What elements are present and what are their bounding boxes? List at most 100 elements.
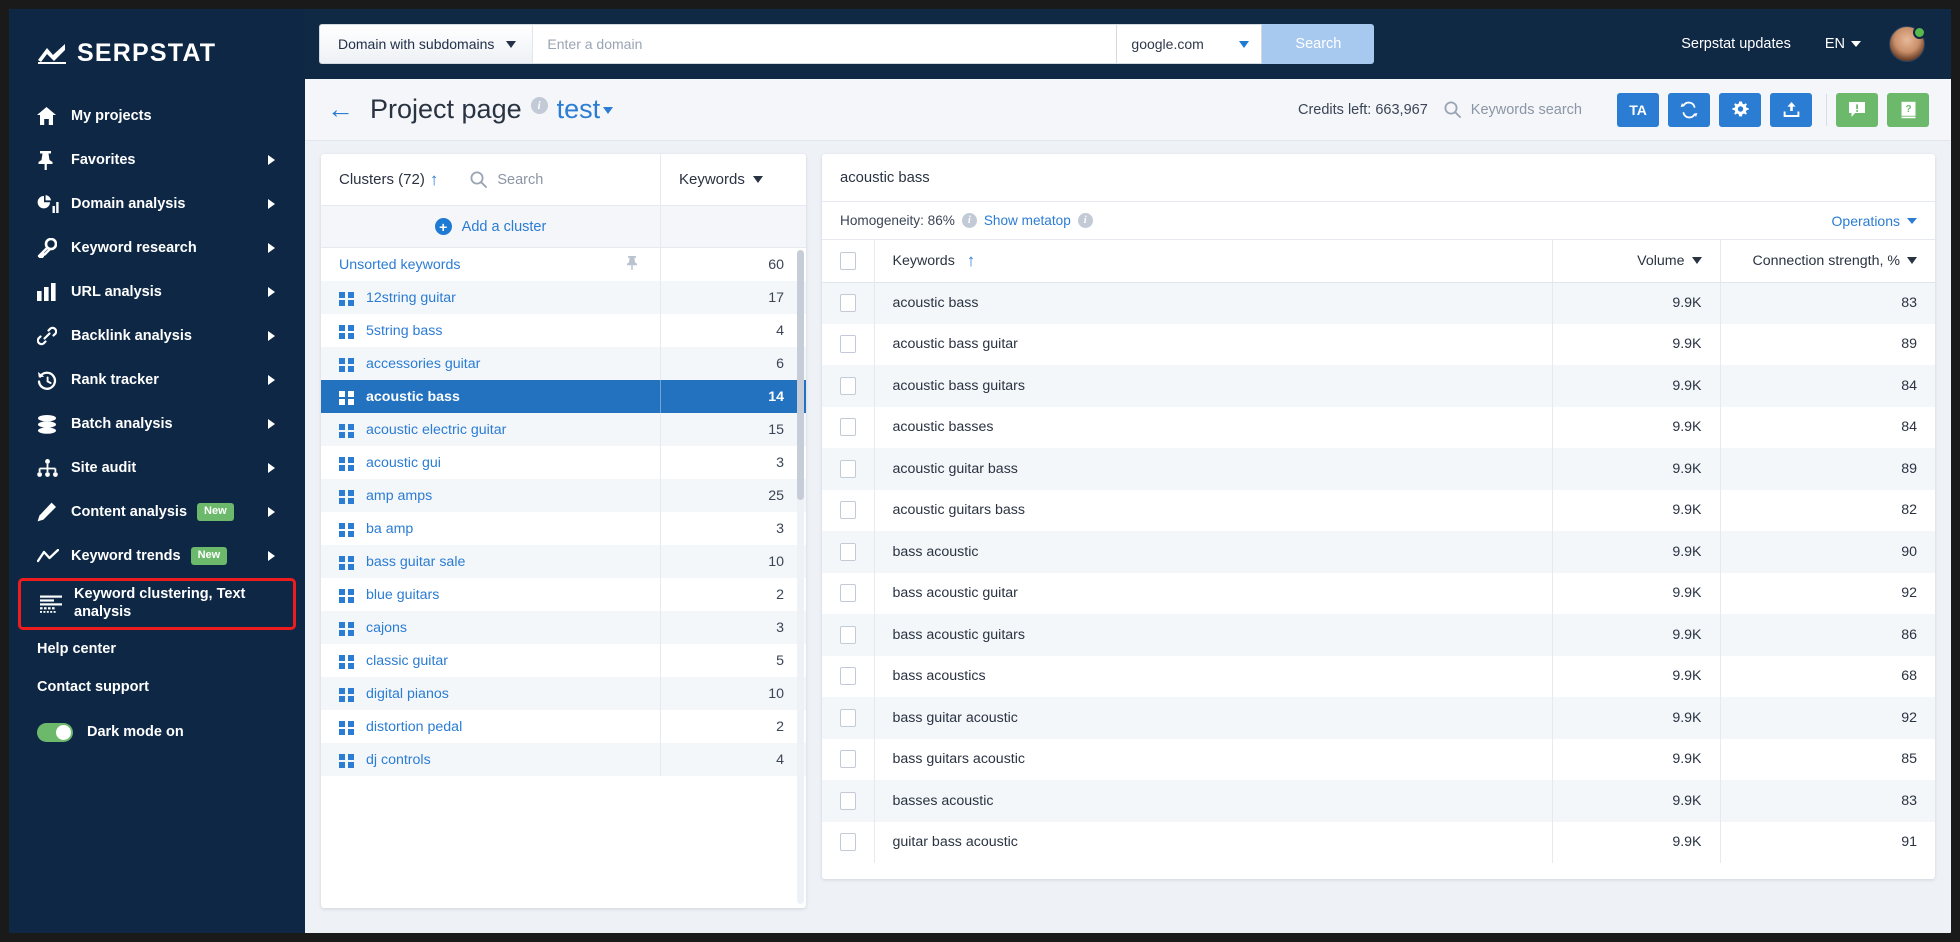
cell-connection-strength: 91: [1720, 822, 1935, 864]
sidebar-item-batch-analysis[interactable]: Batch analysis: [9, 402, 305, 446]
cluster-row-name-cell: acoustic gui: [321, 446, 661, 479]
row-checkbox[interactable]: [840, 460, 856, 478]
table-row[interactable]: guitar bass acoustic9.9K91: [822, 822, 1935, 864]
help-button[interactable]: ?: [1887, 93, 1929, 127]
select-all-checkbox[interactable]: [840, 252, 856, 270]
project-name-dropdown[interactable]: test: [557, 94, 614, 125]
cluster-row[interactable]: bass guitar sale10: [321, 545, 806, 578]
table-row[interactable]: acoustic bass9.9K83: [822, 282, 1935, 324]
sidebar-link-contact-support[interactable]: Contact support: [9, 668, 305, 706]
dark-mode-toggle[interactable]: [37, 723, 73, 742]
column-header-volume[interactable]: Volume: [1552, 240, 1720, 282]
row-checkbox[interactable]: [840, 418, 856, 436]
cluster-row-name-cell: cajons: [321, 611, 661, 644]
export-button[interactable]: [1770, 93, 1812, 127]
table-row[interactable]: bass acoustic9.9K90: [822, 531, 1935, 573]
clusters-header-left: Clusters (72) ↑ Search: [321, 154, 661, 205]
row-checkbox[interactable]: [840, 833, 856, 851]
cluster-row[interactable]: accessories guitar6: [321, 347, 806, 380]
back-arrow-icon[interactable]: ←: [327, 96, 354, 123]
info-icon[interactable]: i: [1078, 213, 1093, 228]
cluster-row[interactable]: acoustic electric guitar15: [321, 413, 806, 446]
show-metatop-link[interactable]: Show metatop: [984, 213, 1071, 228]
sidebar-link-help-center[interactable]: Help center: [9, 630, 305, 668]
sidebar-item-content-analysis[interactable]: Content analysis New: [9, 490, 305, 534]
table-row[interactable]: bass guitars acoustic9.9K85: [822, 739, 1935, 781]
table-row[interactable]: acoustic bass guitars9.9K84: [822, 365, 1935, 407]
row-checkbox[interactable]: [840, 584, 856, 602]
sidebar-item-favorites[interactable]: Favorites: [9, 138, 305, 182]
table-row[interactable]: bass guitar acoustic9.9K92: [822, 697, 1935, 739]
ta-button[interactable]: TA: [1617, 93, 1659, 127]
refresh-button[interactable]: [1668, 93, 1710, 127]
avatar[interactable]: [1889, 26, 1925, 62]
feedback-button[interactable]: [1836, 93, 1878, 127]
sidebar-item-site-audit[interactable]: Site audit: [9, 446, 305, 490]
settings-button[interactable]: [1719, 93, 1761, 127]
database-dropdown[interactable]: google.com: [1117, 24, 1262, 64]
row-checkbox[interactable]: [840, 377, 856, 395]
row-checkbox[interactable]: [840, 667, 856, 685]
cluster-row[interactable]: digital pianos10: [321, 677, 806, 710]
table-row[interactable]: bass acoustic guitars9.9K86: [822, 614, 1935, 656]
row-checkbox[interactable]: [840, 792, 856, 810]
cluster-row[interactable]: amp amps25: [321, 479, 806, 512]
table-row[interactable]: bass acoustic guitar9.9K92: [822, 573, 1935, 615]
table-row[interactable]: bass acoustics9.9K68: [822, 656, 1935, 698]
row-checkbox[interactable]: [840, 709, 856, 727]
clusters-keywords-column-header[interactable]: Keywords: [661, 154, 806, 205]
keywords-search-placeholder: Keywords search: [1471, 102, 1582, 118]
clusters-scrollbar-thumb[interactable]: [797, 250, 804, 500]
domain-input[interactable]: Enter a domain: [532, 24, 1117, 64]
keywords-search-input[interactable]: Keywords search: [1444, 101, 1582, 118]
cluster-row[interactable]: 12string guitar17: [321, 281, 806, 314]
cluster-row-name-cell: distortion pedal: [321, 710, 661, 743]
column-header-connection-strength[interactable]: Connection strength, %: [1720, 240, 1935, 282]
info-icon[interactable]: i: [531, 97, 548, 114]
row-checkbox[interactable]: [840, 294, 856, 312]
pin-icon[interactable]: [626, 256, 638, 273]
column-header-keywords[interactable]: Keywords ↑: [874, 240, 1552, 282]
toolbar-divider: [1826, 94, 1827, 126]
cluster-row[interactable]: blue guitars2: [321, 578, 806, 611]
row-checkbox[interactable]: [840, 626, 856, 644]
cluster-row[interactable]: dj controls4: [321, 743, 806, 776]
cell-volume: 9.9K: [1552, 407, 1720, 449]
cluster-row[interactable]: acoustic gui3: [321, 446, 806, 479]
serpstat-updates-link[interactable]: Serpstat updates: [1681, 36, 1791, 52]
cluster-row[interactable]: 5string bass4: [321, 314, 806, 347]
clusters-search-input[interactable]: Search: [470, 171, 543, 188]
search-button[interactable]: Search: [1262, 24, 1374, 64]
cluster-row[interactable]: ba amp3: [321, 512, 806, 545]
cluster-row[interactable]: acoustic bass14: [321, 380, 806, 413]
operations-dropdown[interactable]: Operations: [1832, 213, 1917, 229]
sidebar-item-keyword-research[interactable]: Keyword research: [9, 226, 305, 270]
search-type-dropdown[interactable]: Domain with subdomains: [319, 24, 532, 64]
search-icon: [1444, 101, 1461, 118]
cluster-row[interactable]: distortion pedal2: [321, 710, 806, 743]
row-checkbox[interactable]: [840, 501, 856, 519]
row-checkbox[interactable]: [840, 750, 856, 768]
serpstat-logo[interactable]: SERPSTAT: [9, 15, 305, 94]
cluster-row[interactable]: classic guitar5: [321, 644, 806, 677]
sidebar-item-domain-analysis[interactable]: Domain analysis: [9, 182, 305, 226]
cluster-row[interactable]: cajons3: [321, 611, 806, 644]
table-row[interactable]: acoustic basses9.9K84: [822, 407, 1935, 449]
table-row[interactable]: basses acoustic9.9K83: [822, 780, 1935, 822]
clusters-sort-icon[interactable]: ↑: [430, 171, 439, 188]
info-icon[interactable]: i: [962, 213, 977, 228]
row-checkbox[interactable]: [840, 335, 856, 353]
sidebar-item-url-analysis[interactable]: URL analysis: [9, 270, 305, 314]
sidebar-item-my-projects[interactable]: My projects: [9, 94, 305, 138]
sidebar-item-keyword-trends[interactable]: Keyword trends New: [9, 534, 305, 578]
table-row[interactable]: acoustic bass guitar9.9K89: [822, 324, 1935, 366]
sidebar-item-keyword-clustering[interactable]: Keyword clustering, Text analysis: [18, 578, 296, 630]
language-selector[interactable]: EN: [1825, 36, 1861, 52]
row-checkbox[interactable]: [840, 543, 856, 561]
add-cluster-button[interactable]: + Add a cluster: [321, 206, 661, 247]
cluster-row[interactable]: Unsorted keywords60: [321, 248, 806, 281]
sidebar-item-backlink-analysis[interactable]: Backlink analysis: [9, 314, 305, 358]
table-row[interactable]: acoustic guitars bass9.9K82: [822, 490, 1935, 532]
table-row[interactable]: acoustic guitar bass9.9K89: [822, 448, 1935, 490]
sidebar-item-rank-tracker[interactable]: Rank tracker: [9, 358, 305, 402]
